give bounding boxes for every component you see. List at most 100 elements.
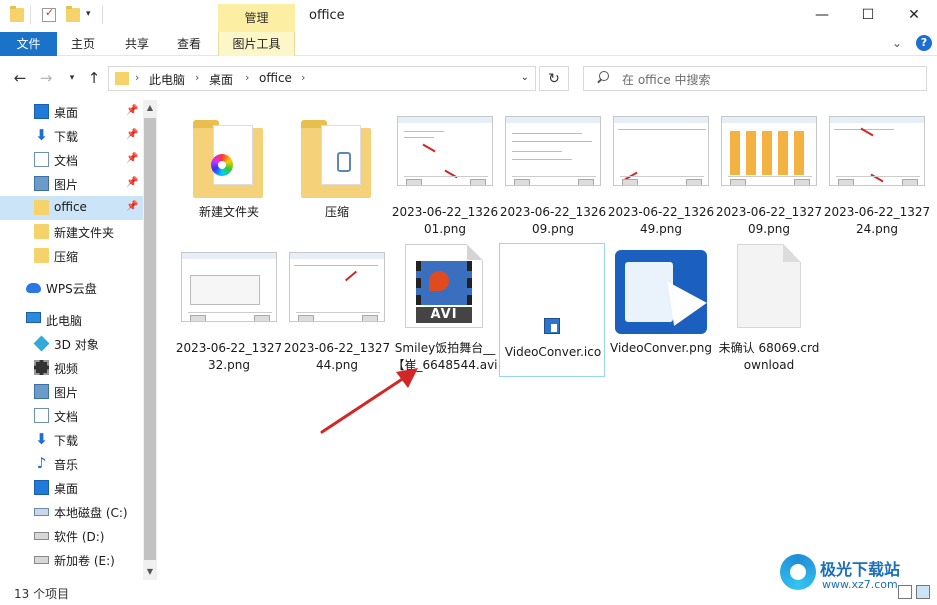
file-name: VideoConver.ico: [504, 345, 602, 359]
sidebar-item-pictures[interactable]: 图片 📌: [0, 172, 143, 196]
file-item-video[interactable]: AVI Smiley饭拍舞台__【崔_6648544.avi: [391, 236, 499, 376]
file-item-blank[interactable]: 未确认 68069.crdownload: [715, 236, 823, 376]
chevron-right-icon[interactable]: ›: [245, 71, 249, 84]
sidebar-item-label: WPS云盘: [46, 282, 97, 296]
sidebar-item-label: 文档: [54, 154, 79, 168]
watermark-title: 极光下载站: [820, 560, 901, 579]
desktop-icon: [34, 104, 49, 119]
up-arrow-icon[interactable]: ↑: [86, 68, 102, 88]
manage-context-tab[interactable]: 管理: [218, 4, 295, 32]
chevron-right-icon[interactable]: ›: [301, 71, 305, 84]
file-item-image[interactable]: 2023-06-22_132744.png: [283, 236, 391, 376]
sidebar-item-drive-d[interactable]: 软件 (D:): [0, 524, 143, 548]
document-icon: [34, 408, 49, 423]
file-item-image[interactable]: VideoConver.png: [607, 236, 715, 376]
refresh-button[interactable]: ↻: [539, 66, 569, 91]
file-name: 2023-06-22_132744.png: [283, 341, 391, 372]
file-item-image[interactable]: 2023-06-22_132649.png: [607, 100, 715, 240]
sidebar-item-desktop-pc[interactable]: 桌面: [0, 476, 143, 500]
forward-arrow-icon[interactable]: →: [38, 68, 54, 88]
properties-check-icon[interactable]: [42, 6, 56, 22]
pin-icon[interactable]: 📌: [126, 105, 138, 116]
sidebar-item-documents-pc[interactable]: 文档: [0, 404, 143, 428]
film-strip-icon: [416, 261, 472, 305]
sidebar-item-this-pc[interactable]: 此电脑: [0, 308, 143, 332]
pin-icon[interactable]: 📌: [126, 177, 138, 188]
sidebar-item-label: 下载: [54, 130, 79, 144]
sidebar-item-wps-cloud[interactable]: WPS云盘: [0, 276, 143, 300]
address-dropdown-icon[interactable]: ⌄: [521, 72, 529, 83]
tab-home[interactable]: 主页: [60, 32, 106, 56]
tab-view[interactable]: 查看: [166, 32, 212, 56]
file-type-badge: AVI: [416, 307, 472, 323]
document-icon: [34, 152, 49, 167]
maximize-button[interactable]: ☐: [845, 0, 891, 32]
scrollbar-thumb[interactable]: [144, 118, 156, 560]
sidebar-item-label: 图片: [54, 386, 79, 400]
sidebar-item-music[interactable]: ♪ 音乐: [0, 452, 143, 476]
sidebar-item-videos[interactable]: 视频: [0, 356, 143, 380]
ribbon-tabs: 文件 主页 共享 查看 图片工具 ⌄ ?: [0, 32, 937, 56]
breadcrumb-this-pc[interactable]: 此电脑: [149, 71, 185, 88]
sidebar-item-compressed[interactable]: 压缩: [0, 244, 143, 268]
sidebar-item-office[interactable]: office 📌: [0, 196, 143, 220]
help-icon[interactable]: ?: [916, 35, 932, 51]
scroll-down-icon[interactable]: ▼: [143, 564, 157, 580]
scroll-up-icon[interactable]: ▲: [143, 100, 157, 116]
breadcrumb-desktop[interactable]: 桌面: [209, 71, 233, 88]
sidebar-item-new-folder[interactable]: 新建文件夹: [0, 220, 143, 244]
file-item-image[interactable]: 2023-06-22_132601.png: [391, 100, 499, 240]
tab-share[interactable]: 共享: [114, 32, 160, 56]
folder-icon: [115, 72, 129, 85]
watermark-logo-icon: [780, 554, 816, 590]
file-item-image[interactable]: 2023-06-22_132709.png: [715, 100, 823, 240]
sidebar-item-3d-objects[interactable]: 3D 对象: [0, 332, 143, 356]
image-thumbnail: [181, 252, 277, 322]
pin-icon[interactable]: 📌: [126, 153, 138, 164]
sidebar-item-downloads[interactable]: ⬇ 下载 📌: [0, 124, 143, 148]
divider: [30, 6, 31, 24]
sidebar-item-pictures-pc[interactable]: 图片: [0, 380, 143, 404]
music-icon: ♪: [36, 454, 47, 472]
refresh-icon: ↻: [548, 71, 560, 87]
sidebar-item-drive-e[interactable]: 新加卷 (E:): [0, 548, 143, 572]
sidebar-item-label: 此电脑: [46, 314, 83, 328]
folder-icon: [193, 120, 263, 200]
chevron-right-icon[interactable]: ›: [135, 71, 139, 84]
picture-icon: [34, 176, 49, 191]
new-folder-icon[interactable]: [66, 6, 80, 22]
drive-c-icon: [34, 508, 49, 516]
recent-locations-icon[interactable]: ▾: [64, 68, 80, 88]
back-arrow-icon[interactable]: ←: [12, 68, 28, 88]
image-thumbnail: [505, 116, 601, 186]
search-input[interactable]: 在 office 中搜索: [583, 66, 927, 91]
file-item-icon[interactable]: VideoConver.ico: [499, 243, 605, 377]
sidebar-item-label: 文档: [54, 410, 79, 424]
tab-file[interactable]: 文件: [0, 32, 57, 56]
sidebar-item-downloads-pc[interactable]: ⬇ 下载: [0, 428, 143, 452]
folder-icon[interactable]: [10, 6, 24, 22]
watermark-url: www.xz7.com: [822, 578, 898, 591]
sidebar-item-drive-c[interactable]: 本地磁盘 (C:): [0, 500, 143, 524]
pin-icon[interactable]: 📌: [126, 129, 138, 140]
file-name: Smiley饭拍舞台__【崔_6648544.avi: [392, 341, 498, 372]
close-button[interactable]: ✕: [891, 0, 937, 32]
sidebar-item-documents[interactable]: 文档 📌: [0, 148, 143, 172]
file-item-folder[interactable]: 新建文件夹: [175, 100, 283, 240]
address-bar[interactable]: › 此电脑 › 桌面 › office › ⌄: [108, 66, 536, 91]
title-bar: ▾ 管理 office — ☐ ✕: [0, 0, 937, 32]
chevron-right-icon[interactable]: ›: [195, 71, 199, 84]
minimize-button[interactable]: —: [799, 0, 845, 32]
expand-ribbon-icon[interactable]: ⌄: [892, 36, 902, 50]
pin-icon[interactable]: 📌: [126, 201, 138, 212]
file-item-image[interactable]: 2023-06-22_132732.png: [175, 236, 283, 376]
sidebar-item-desktop[interactable]: 桌面 📌: [0, 100, 143, 124]
file-item-folder[interactable]: 压缩: [283, 100, 391, 240]
file-name: 2023-06-22_132709.png: [715, 205, 823, 236]
tab-picture-tools[interactable]: 图片工具: [218, 32, 295, 56]
quick-access-dropdown-icon[interactable]: ▾: [86, 9, 96, 21]
file-item-image[interactable]: 2023-06-22_132609.png: [499, 100, 607, 240]
file-item-image[interactable]: 2023-06-22_132724.png: [823, 100, 931, 240]
divider: [102, 6, 103, 24]
breadcrumb-office[interactable]: office: [259, 71, 292, 85]
